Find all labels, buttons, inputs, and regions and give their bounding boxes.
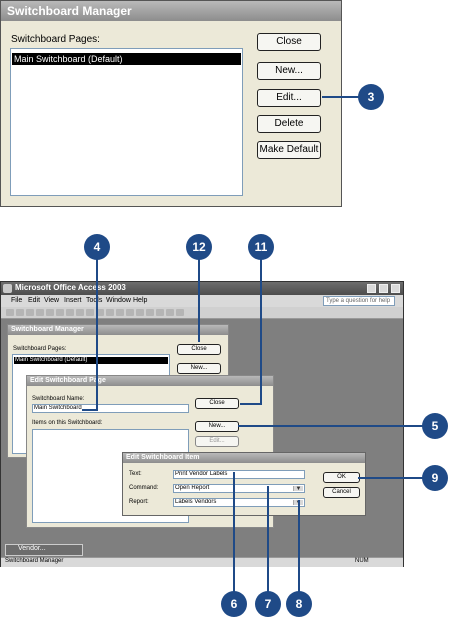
toolbar <box>1 307 403 319</box>
callout-5: 5 <box>422 413 448 439</box>
close-icon[interactable] <box>391 284 400 293</box>
menu-file[interactable]: File <box>11 297 22 304</box>
new-object-icon[interactable] <box>166 309 174 317</box>
paste-icon[interactable] <box>86 309 94 317</box>
callout-line <box>358 477 424 479</box>
dialog-title: Edit Switchboard Page <box>27 376 273 386</box>
preview-icon[interactable] <box>46 309 54 317</box>
edit-button[interactable]: Edit... <box>257 89 321 107</box>
new-button[interactable]: New... <box>257 62 321 80</box>
restore-icon[interactable] <box>379 284 388 293</box>
make-default-button[interactable]: Make Default <box>257 141 321 159</box>
callout-8: 8 <box>286 591 312 617</box>
switchboard-name-label: Switchboard Name: <box>32 396 85 402</box>
callout-line <box>233 472 235 594</box>
command-select[interactable]: Open Report ▼ <box>173 484 305 493</box>
num-indicator: NUM <box>355 558 369 564</box>
minimized-window[interactable]: Vendor... <box>5 544 83 556</box>
office-links-icon[interactable] <box>116 309 124 317</box>
callout-11: 11 <box>248 234 274 260</box>
new-button[interactable]: New... <box>195 421 239 432</box>
menu-help[interactable]: Help <box>133 297 147 304</box>
close-button[interactable]: Close <box>195 398 239 409</box>
menu-view[interactable]: View <box>44 297 59 304</box>
items-label: Items on this Switchboard: <box>32 420 103 426</box>
redo-icon[interactable] <box>106 309 114 317</box>
close-button[interactable]: Close <box>257 33 321 51</box>
callout-line <box>267 486 269 594</box>
code-icon[interactable] <box>136 309 144 317</box>
callout-7: 7 <box>255 591 281 617</box>
callout-line <box>240 403 262 405</box>
command-label: Command: <box>129 485 159 491</box>
cancel-button[interactable]: Cancel <box>323 487 360 498</box>
menu-edit[interactable]: Edit <box>28 297 40 304</box>
switchboard-name-input[interactable]: Main Switchboard <box>32 404 189 413</box>
switchboard-pages-label: Switchboard Pages: <box>11 34 100 45</box>
switchboard-manager-dialog: Switchboard Manager Switchboard Pages: M… <box>0 0 342 207</box>
text-label: Text: <box>129 471 142 477</box>
callout-6: 6 <box>221 591 247 617</box>
relationships-icon[interactable] <box>156 309 164 317</box>
open-icon[interactable] <box>16 309 24 317</box>
spelling-icon[interactable] <box>56 309 64 317</box>
analyze-icon[interactable] <box>126 309 134 317</box>
callout-line <box>238 425 426 427</box>
delete-button[interactable]: Delete <box>257 115 321 133</box>
report-select[interactable]: Labels Vendors ▼ <box>173 498 305 507</box>
report-label: Report: <box>129 499 149 505</box>
text-input[interactable]: Print Vendor Labels <box>173 470 305 479</box>
save-icon[interactable] <box>26 309 34 317</box>
menu-tools[interactable]: Tools <box>86 297 102 304</box>
list-item[interactable]: Main Switchboard (Default) <box>14 357 168 364</box>
access-title: Microsoft Office Access 2003 <box>15 283 126 292</box>
status-text: Switchboard Manager <box>5 558 64 564</box>
callout-line <box>198 256 200 342</box>
edit-button[interactable]: Edit... <box>195 436 239 447</box>
command-value: Open Report <box>175 485 210 491</box>
callout-line <box>82 409 98 411</box>
cut-icon[interactable] <box>66 309 74 317</box>
access-app-icon <box>3 284 12 293</box>
callout-line <box>260 256 262 405</box>
minimize-icon[interactable] <box>367 284 376 293</box>
access-title-bar: Microsoft Office Access 2003 <box>1 282 403 295</box>
report-value: Labels Vendors <box>175 499 217 505</box>
help-search-input[interactable]: Type a question for help <box>323 296 395 306</box>
chevron-down-icon[interactable]: ▼ <box>293 486 303 492</box>
new-file-icon[interactable] <box>6 309 14 317</box>
edit-switchboard-item-dialog: Edit Switchboard Item Text: Print Vendor… <box>122 452 366 516</box>
callout-12: 12 <box>186 234 212 260</box>
menu-insert[interactable]: Insert <box>64 297 82 304</box>
callout-line <box>96 256 98 411</box>
ok-button[interactable]: OK <box>323 472 360 483</box>
switchboard-pages-list[interactable]: Main Switchboard (Default) <box>10 48 243 196</box>
callout-line <box>322 96 362 98</box>
print-icon[interactable] <box>36 309 44 317</box>
callout-4: 4 <box>84 234 110 260</box>
list-item[interactable]: Main Switchboard (Default) <box>12 53 241 65</box>
switchboard-pages-label: Switchboard Pages: <box>13 346 67 352</box>
menu-bar: File Edit View Insert Tools Window Help … <box>1 295 403 307</box>
callout-line <box>298 500 300 594</box>
callout-9: 9 <box>422 465 448 491</box>
help-icon[interactable] <box>176 309 184 317</box>
menu-window[interactable]: Window <box>106 297 131 304</box>
new-button[interactable]: New... <box>177 363 221 374</box>
dialog-title: Edit Switchboard Item <box>123 453 365 463</box>
dialog-title: Switchboard Manager <box>8 325 228 335</box>
properties-icon[interactable] <box>146 309 154 317</box>
status-bar: Switchboard Manager NUM <box>1 557 403 567</box>
minimized-window-label: Vendor... <box>18 545 46 552</box>
copy-icon[interactable] <box>76 309 84 317</box>
callout-3: 3 <box>358 84 384 110</box>
close-button[interactable]: Close <box>177 344 221 355</box>
dialog-title: Switchboard Manager <box>1 1 341 21</box>
